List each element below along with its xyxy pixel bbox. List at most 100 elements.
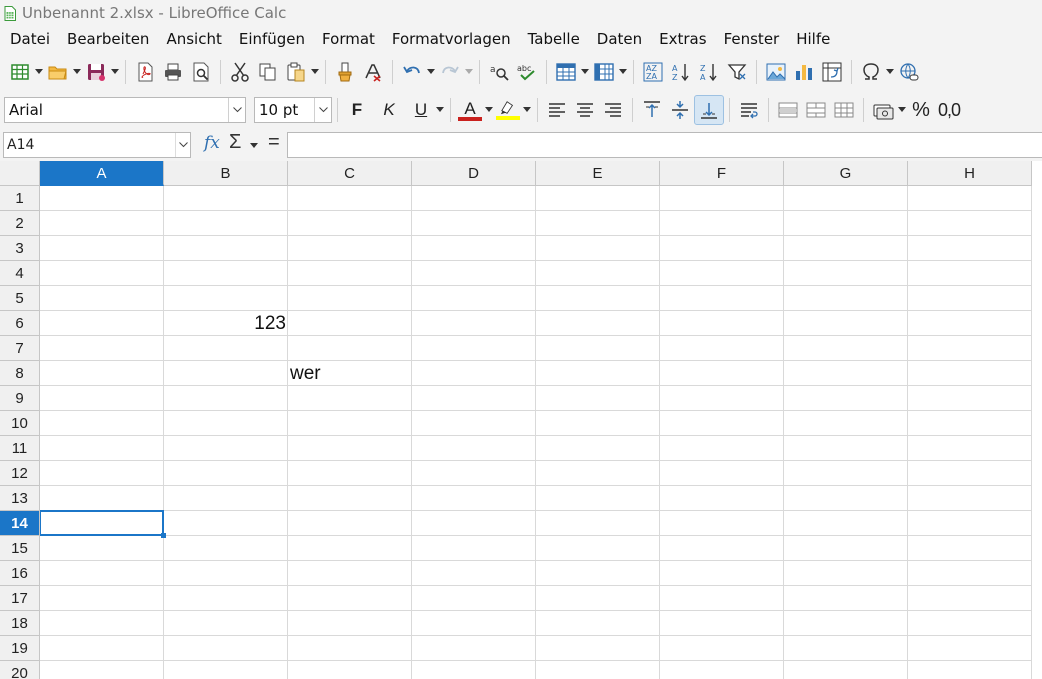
column-button[interactable]: [590, 58, 618, 86]
merge-cells-button[interactable]: [802, 96, 830, 124]
print-button[interactable]: [159, 58, 187, 86]
cell-c8[interactable]: wer: [290, 361, 410, 386]
row-header-4[interactable]: 4: [0, 261, 40, 286]
clone-formatting-button[interactable]: [331, 58, 359, 86]
menu-format[interactable]: Format: [322, 30, 384, 48]
row-header-7[interactable]: 7: [0, 336, 40, 361]
formula-button[interactable]: =: [268, 131, 280, 154]
font-name-dropdown[interactable]: [228, 98, 245, 122]
function-wizard-button[interactable]: fx: [204, 133, 220, 153]
currency-format-button[interactable]: [869, 96, 897, 124]
undo-button[interactable]: [398, 58, 426, 86]
align-bottom-button[interactable]: [694, 95, 724, 125]
font-color-dropdown[interactable]: [484, 96, 494, 124]
sort-button[interactable]: AZ ZA: [639, 58, 667, 86]
highlight-color-dropdown[interactable]: [522, 96, 532, 124]
undo-dropdown[interactable]: [426, 58, 436, 86]
bold-button[interactable]: F: [343, 96, 371, 124]
row-header-12[interactable]: 12: [0, 461, 40, 486]
redo-button[interactable]: [436, 58, 464, 86]
column-header-a[interactable]: A: [40, 161, 164, 186]
unmerge-cells-button[interactable]: [830, 96, 858, 124]
align-center-button[interactable]: [571, 96, 599, 124]
select-all-corner[interactable]: [0, 161, 40, 186]
special-character-dropdown[interactable]: [885, 58, 895, 86]
paste-button[interactable]: [282, 58, 310, 86]
align-left-button[interactable]: [543, 96, 571, 124]
insert-chart-button[interactable]: [790, 58, 818, 86]
name-box-dropdown[interactable]: [175, 133, 190, 157]
column-header-f[interactable]: F: [660, 161, 784, 186]
sum-dropdown[interactable]: [250, 136, 258, 154]
spreadsheet-grid[interactable]: 123 wer A B C D E F G H 1 2 3 4 5 6 7 8 9 10 11 12 13 14 15 16 17…: [0, 161, 1042, 679]
sum-button[interactable]: Σ: [229, 131, 241, 154]
row-header-18[interactable]: 18: [0, 611, 40, 636]
column-header-e[interactable]: E: [536, 161, 660, 186]
autofilter-button[interactable]: [723, 58, 751, 86]
menu-daten[interactable]: Daten: [597, 30, 651, 48]
align-top-button[interactable]: [638, 96, 666, 124]
currency-dropdown[interactable]: [897, 96, 907, 124]
column-header-d[interactable]: D: [412, 161, 536, 186]
row-header-14[interactable]: 14: [0, 511, 40, 536]
cell-b6[interactable]: 123: [166, 311, 286, 336]
clear-formatting-button[interactable]: [359, 58, 387, 86]
save-dropdown[interactable]: [110, 58, 120, 86]
new-dropdown[interactable]: [34, 58, 44, 86]
row-header-5[interactable]: 5: [0, 286, 40, 311]
cut-button[interactable]: [226, 58, 254, 86]
row-header-16[interactable]: 16: [0, 561, 40, 586]
row-header-10[interactable]: 10: [0, 411, 40, 436]
row-dropdown[interactable]: [580, 58, 590, 86]
align-right-button[interactable]: [599, 96, 627, 124]
row-header-17[interactable]: 17: [0, 586, 40, 611]
save-button[interactable]: [82, 58, 110, 86]
row-header-2[interactable]: 2: [0, 211, 40, 236]
underline-dropdown[interactable]: [435, 96, 445, 124]
row-header-6[interactable]: 6: [0, 311, 40, 336]
row-header-20[interactable]: 20: [0, 661, 40, 679]
open-button[interactable]: [44, 58, 72, 86]
font-size-dropdown[interactable]: [314, 98, 331, 122]
font-size-box[interactable]: 10 pt: [254, 97, 332, 123]
row-header-11[interactable]: 11: [0, 436, 40, 461]
wrap-text-button[interactable]: [735, 96, 763, 124]
menu-hilfe[interactable]: Hilfe: [796, 30, 839, 48]
menu-bearbeiten[interactable]: Bearbeiten: [67, 30, 158, 48]
name-box[interactable]: A14: [3, 132, 191, 158]
row-header-15[interactable]: 15: [0, 536, 40, 561]
menu-datei[interactable]: Datei: [10, 30, 59, 48]
menu-fenster[interactable]: Fenster: [724, 30, 789, 48]
special-character-button[interactable]: [857, 58, 885, 86]
font-color-button[interactable]: A: [456, 96, 484, 124]
copy-button[interactable]: [254, 58, 282, 86]
pivot-table-button[interactable]: [818, 58, 846, 86]
new-spreadsheet-button[interactable]: [6, 58, 34, 86]
column-header-h[interactable]: H: [908, 161, 1032, 186]
sort-descending-button[interactable]: ZA: [695, 58, 723, 86]
row-header-9[interactable]: 9: [0, 386, 40, 411]
paste-dropdown[interactable]: [310, 58, 320, 86]
row-header-3[interactable]: 3: [0, 236, 40, 261]
row-header-13[interactable]: 13: [0, 486, 40, 511]
menu-einfuegen[interactable]: Einfügen: [239, 30, 314, 48]
column-header-g[interactable]: G: [784, 161, 908, 186]
italic-button[interactable]: K: [375, 96, 403, 124]
redo-dropdown[interactable]: [464, 58, 474, 86]
percent-format-button[interactable]: %: [907, 96, 935, 124]
menu-tabelle[interactable]: Tabelle: [528, 30, 589, 48]
sort-ascending-button[interactable]: AZ: [667, 58, 695, 86]
font-name-box[interactable]: Arial: [4, 97, 246, 123]
number-format-button[interactable]: 0,0: [935, 96, 963, 124]
cell-cursor[interactable]: [39, 510, 164, 536]
row-header-1[interactable]: 1: [0, 186, 40, 211]
export-pdf-button[interactable]: [131, 58, 159, 86]
spelling-button[interactable]: abc: [513, 58, 541, 86]
find-replace-button[interactable]: a: [485, 58, 513, 86]
column-header-c[interactable]: C: [288, 161, 412, 186]
print-preview-button[interactable]: [187, 58, 215, 86]
fill-handle[interactable]: [161, 533, 166, 538]
row-header-8[interactable]: 8: [0, 361, 40, 386]
row-button[interactable]: [552, 58, 580, 86]
center-vertically-button[interactable]: [666, 96, 694, 124]
